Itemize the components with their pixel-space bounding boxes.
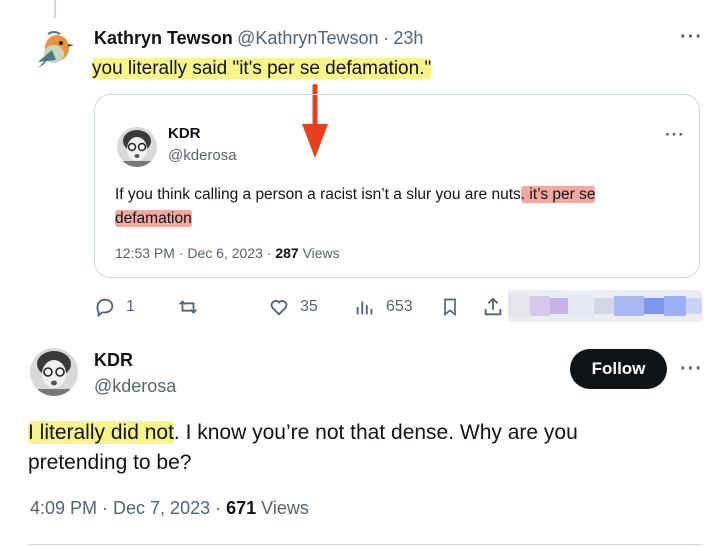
heart-icon: [270, 300, 288, 316]
reply-count: 1: [126, 298, 135, 315]
thread-connector-line: [54, 0, 56, 18]
blurred-overlay: [508, 290, 702, 322]
divider: [28, 544, 702, 545]
like-button[interactable]: 35: [268, 296, 318, 318]
quoted-text: If you think calling a person a racist i…: [115, 183, 685, 231]
reply-meta: 4:09 PM · Dec 7, 2023 · 671 Views: [30, 498, 309, 519]
portrait-avatar-icon: [117, 127, 157, 167]
parent-text: you literally said "it's per se defamati…: [92, 58, 432, 80]
quoted-text-highlight-2: defamation: [115, 210, 192, 227]
reply-author-name[interactable]: KDR: [94, 350, 133, 371]
bookmark-button[interactable]: [440, 296, 470, 318]
parent-text-highlighted: you literally said "it's per se defamati…: [92, 58, 432, 79]
avatar-kdr-small[interactable]: [117, 127, 157, 167]
avatar-kathryn[interactable]: [30, 26, 78, 74]
views-button[interactable]: 653: [354, 296, 413, 318]
quoted-text-plain: If you think calling a person a racist i…: [115, 186, 521, 203]
pixelated-blur-image: [508, 290, 702, 322]
portrait-avatar-icon: [30, 348, 78, 396]
reply-views-label: Views: [261, 498, 309, 518]
quoted-meta: 12:53 PM · Dec 6, 2023 · 287 Views: [115, 245, 340, 261]
bird-avatar-icon: [30, 26, 78, 74]
parent-header: Kathryn Tewson @KathrynTewson · 23h: [94, 28, 423, 49]
repost-button[interactable]: [176, 296, 210, 318]
quoted-author-name[interactable]: KDR: [168, 125, 201, 142]
reply-timestamp[interactable]: 4:09 PM · Dec 7, 2023 ·: [30, 498, 226, 518]
analytics-icon: [356, 301, 373, 315]
quoted-timestamp[interactable]: 12:53 PM · Dec 6, 2023 ·: [115, 245, 275, 261]
reply-icon: [96, 298, 114, 318]
repost-icon: [179, 300, 197, 314]
quoted-views-label: Views: [302, 245, 340, 261]
reply-more-icon[interactable]: ···: [680, 358, 703, 381]
author-name[interactable]: Kathryn Tewson: [94, 28, 233, 48]
quoted-author-handle[interactable]: @kderosa: [168, 147, 237, 164]
reply-author-handle[interactable]: @kderosa: [94, 376, 176, 397]
like-count: 35: [300, 298, 318, 315]
post-time[interactable]: 23h: [393, 28, 423, 48]
more-options-icon[interactable]: ···: [680, 26, 703, 49]
author-handle[interactable]: @KathrynTewson: [237, 28, 378, 48]
share-icon: [484, 297, 502, 316]
avatar-kdr[interactable]: [30, 348, 78, 396]
reply-views-count: 671: [226, 498, 257, 518]
reply-text-highlight: I literally did not: [28, 421, 174, 444]
quoted-views-count: 287: [275, 245, 299, 261]
separator: ·: [382, 28, 389, 48]
follow-button[interactable]: Follow: [570, 349, 667, 389]
reply-button[interactable]: 1: [94, 296, 135, 318]
views-count: 653: [386, 298, 413, 315]
quoted-tweet-card[interactable]: KDR @kderosa ··· If you think calling a …: [94, 94, 700, 278]
quoted-more-icon[interactable]: ···: [665, 125, 685, 145]
reply-text: I literally did not. I know you’re not t…: [28, 418, 668, 478]
bookmark-icon: [444, 298, 456, 317]
quoted-text-highlight-1: . it’s per se: [520, 186, 596, 203]
